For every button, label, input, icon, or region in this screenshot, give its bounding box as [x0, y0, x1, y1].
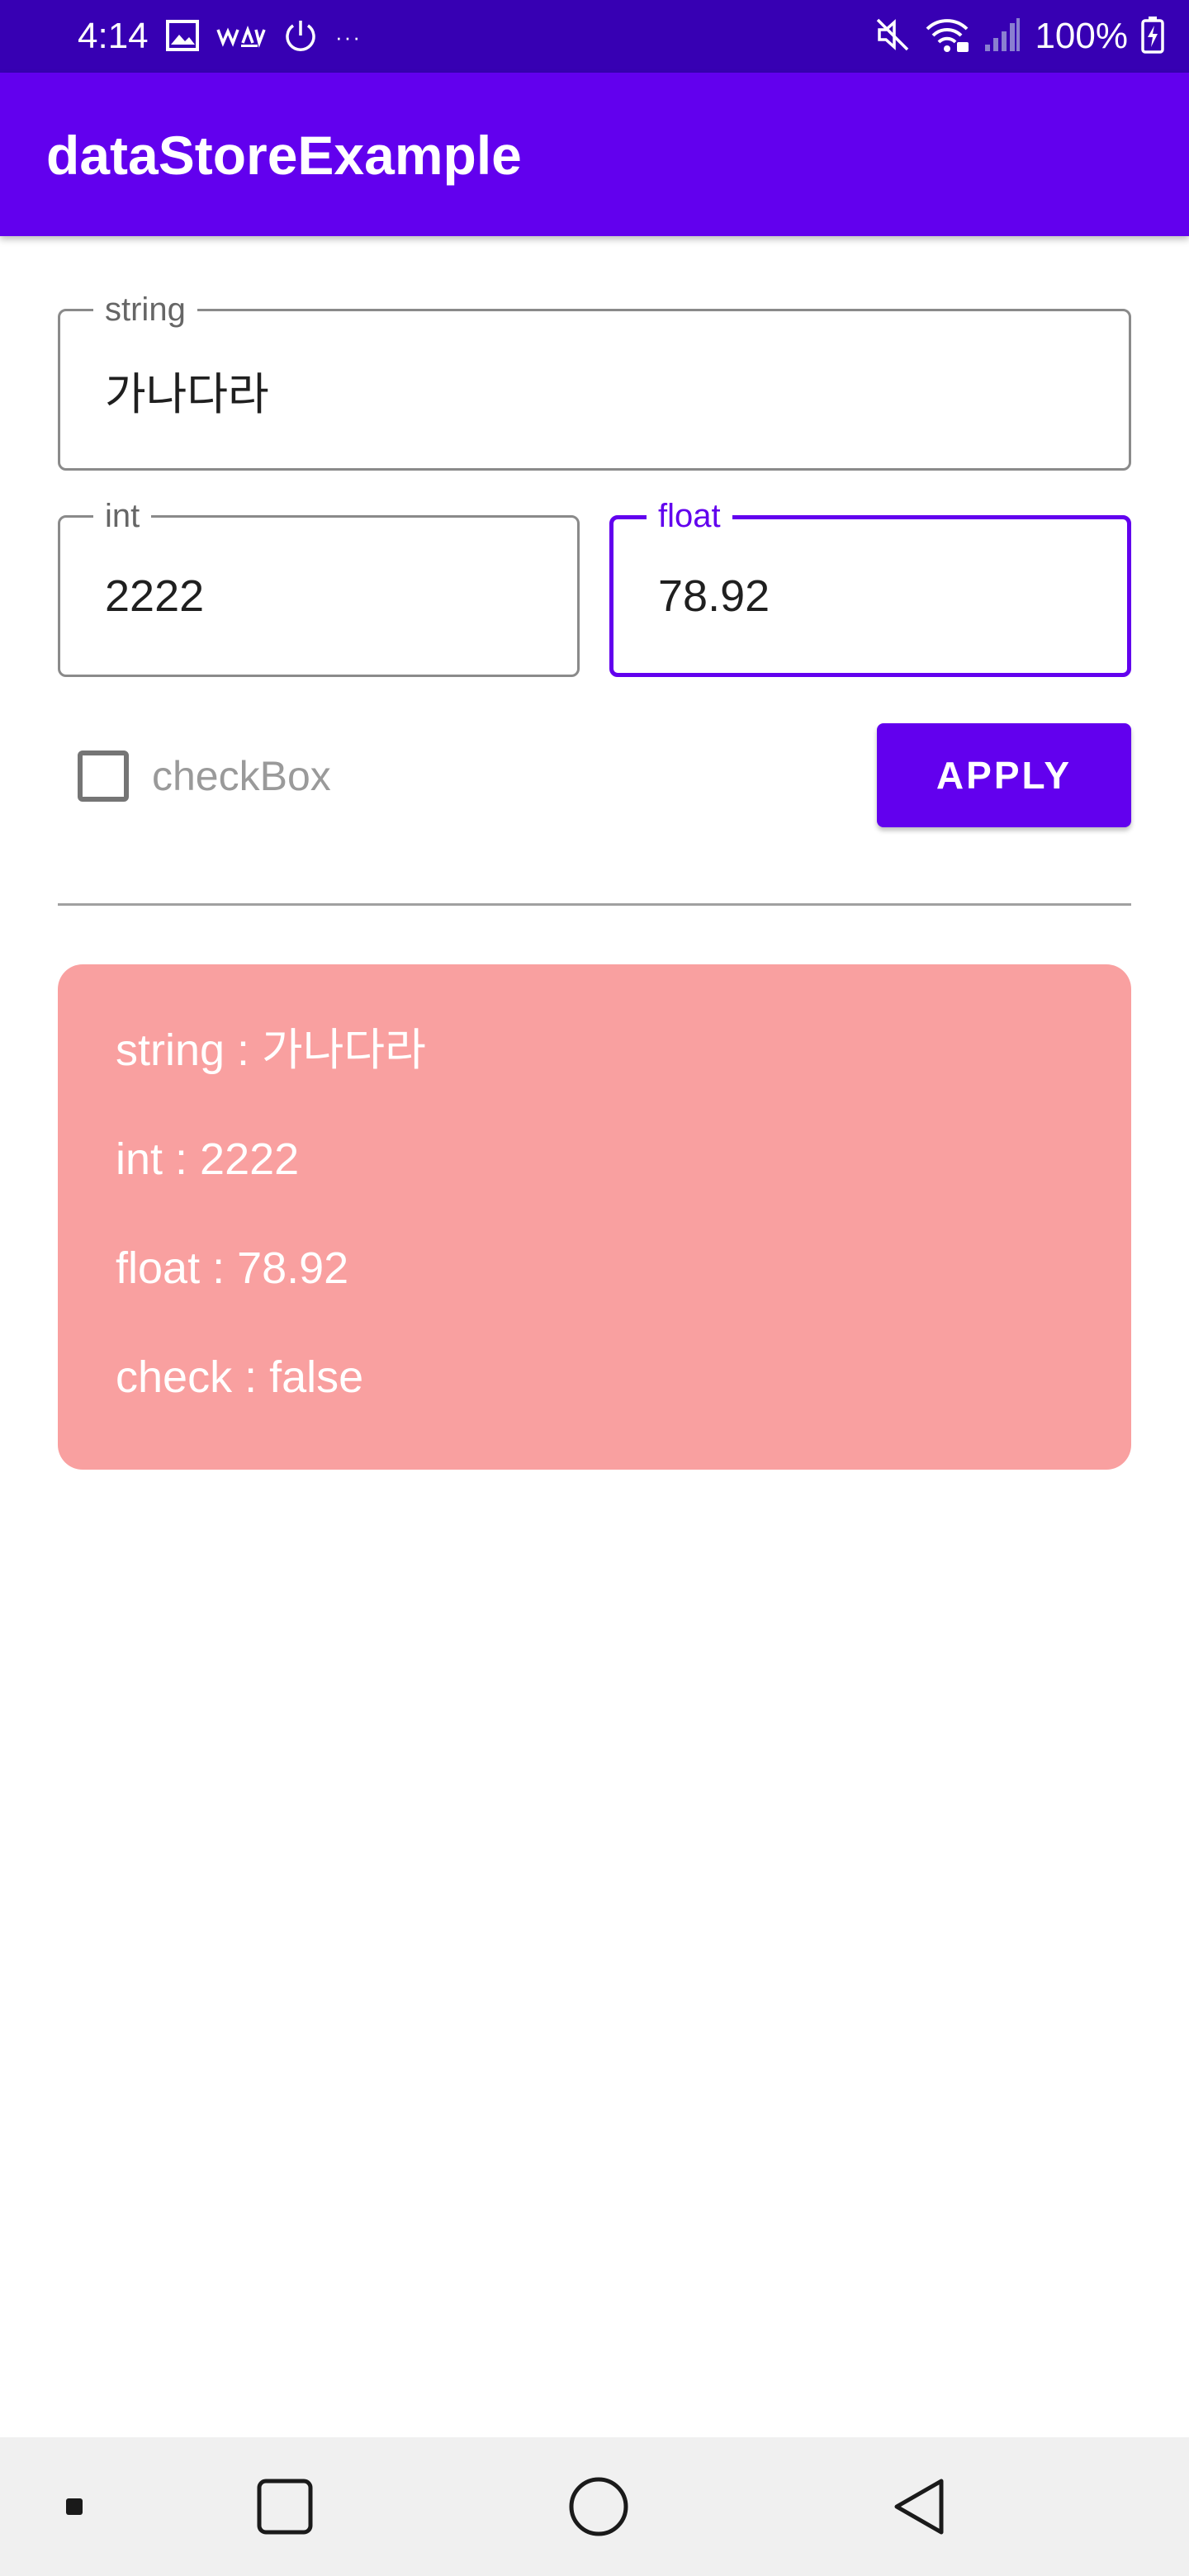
more-dots-icon: ···: [335, 24, 362, 50]
signal-icon: [983, 17, 1021, 57]
divider: [58, 903, 1131, 906]
string-field-value[interactable]: 가나다라: [105, 311, 269, 468]
result-string-line: string : 가나다라: [116, 1025, 426, 1075]
apply-button[interactable]: APPLY: [877, 723, 1131, 827]
result-check-line: check : false: [116, 1352, 364, 1402]
home-button[interactable]: [553, 2437, 644, 2576]
nav-bar: [0, 2437, 1189, 2576]
int-field[interactable]: int 2222: [58, 496, 580, 677]
back-button[interactable]: [874, 2437, 964, 2576]
float-field-value[interactable]: 78.92: [658, 519, 770, 673]
battery-percent: 100%: [1035, 16, 1128, 56]
back-icon: [894, 2479, 944, 2535]
float-field[interactable]: float 78.92: [609, 496, 1131, 677]
nav-indicator-icon: [50, 2437, 99, 2576]
app-title: dataStoreExample: [46, 125, 522, 186]
status-bar: 4:14 ··· 100%: [0, 0, 1189, 73]
checkbox[interactable]: [78, 751, 129, 802]
wifi-icon: [924, 16, 970, 58]
checkbox-label[interactable]: checkBox: [152, 752, 331, 800]
home-icon: [569, 2477, 628, 2536]
status-right-icons: 100%: [874, 12, 1164, 61]
wavve-icon: [216, 23, 266, 52]
string-field[interactable]: string 가나다라: [58, 290, 1131, 471]
int-field-value[interactable]: 2222: [105, 518, 204, 675]
result-float-line: float : 78.92: [116, 1243, 349, 1293]
recent-apps-icon: [257, 2479, 313, 2535]
app-bar: dataStoreExample: [0, 73, 1189, 236]
status-left-icons: ···: [165, 17, 362, 58]
status-time: 4:14: [78, 16, 149, 56]
checkbox-row[interactable]: checkBox: [78, 746, 331, 806]
result-int-line: int : 2222: [116, 1134, 300, 1184]
mute-icon: [874, 17, 911, 57]
recent-apps-button[interactable]: [239, 2437, 330, 2576]
power-icon: [282, 17, 319, 58]
battery-charging-icon: [1141, 16, 1164, 58]
image-icon: [165, 19, 200, 56]
result-card: string : 가나다라 int : 2222 float : 78.92 c…: [58, 964, 1131, 1470]
